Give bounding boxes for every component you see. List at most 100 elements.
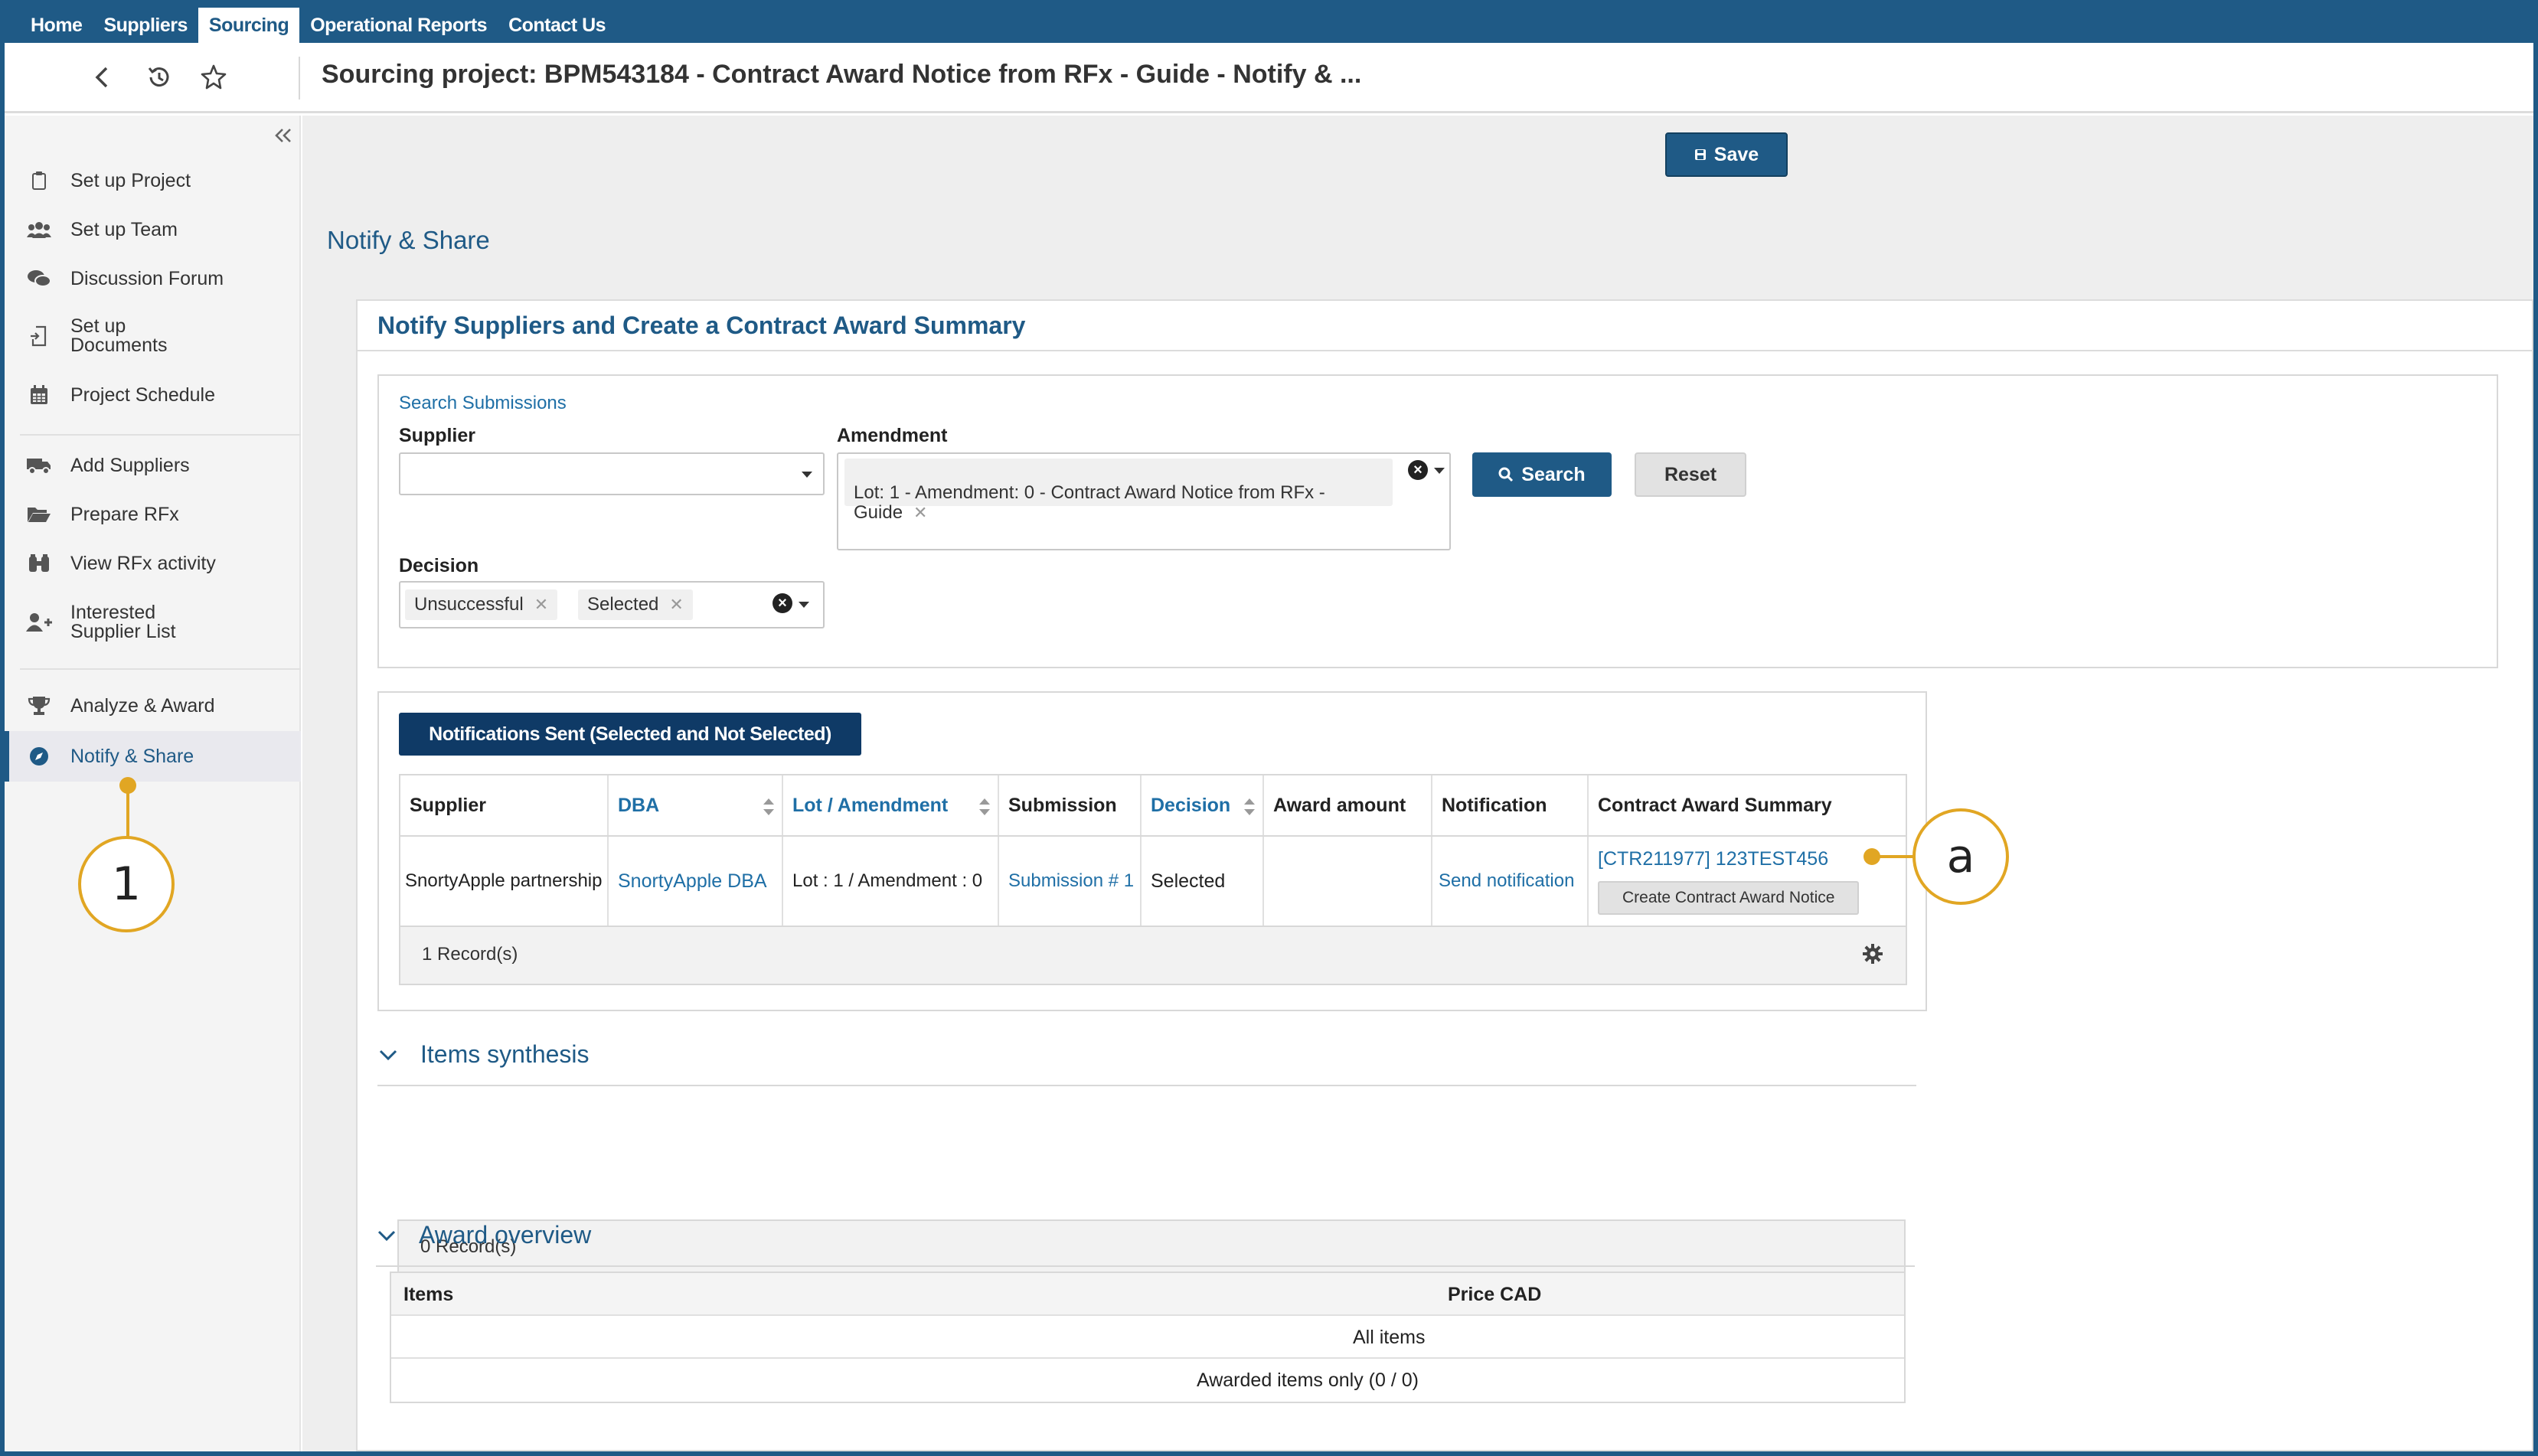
- compass-icon: [26, 745, 52, 768]
- table-header-row: Items Price CAD: [391, 1273, 1904, 1316]
- folder-open-icon: [26, 503, 52, 526]
- back-icon[interactable]: [84, 60, 119, 95]
- notifications-table: Supplier DBA Lot / Amendment Submission …: [399, 774, 1907, 985]
- sidebar-item-analyze-award[interactable]: Analyze & Award: [5, 687, 301, 725]
- column-header-items: Items: [403, 1284, 454, 1305]
- decision-chip-label: Selected: [587, 594, 659, 615]
- decision-chip-label: Unsuccessful: [414, 594, 524, 615]
- clear-selection-icon[interactable]: ×: [1408, 460, 1428, 480]
- cell-award-amount: [1264, 837, 1432, 926]
- sidebar-item-interested-supplier-list[interactable]: Interested Supplier List: [5, 598, 301, 647]
- sort-icon[interactable]: [979, 798, 990, 815]
- trophy-icon: [26, 694, 52, 717]
- search-button[interactable]: Search: [1472, 452, 1612, 497]
- chevron-down-icon[interactable]: [802, 472, 812, 478]
- column-header-contract-award-summary: Contract Award Summary: [1598, 794, 1832, 816]
- contract-award-summary-link[interactable]: [CTR211977] 123TEST456: [1598, 848, 1828, 870]
- nav-contact-us[interactable]: Contact Us: [498, 8, 616, 43]
- column-header-dba[interactable]: DBA: [609, 775, 783, 835]
- truck-icon: [26, 454, 52, 477]
- history-icon[interactable]: [141, 60, 176, 95]
- decision-select[interactable]: Unsuccessful ✕ Selected ✕ ×: [399, 581, 825, 628]
- column-header-price-cad: Price CAD: [1448, 1284, 1542, 1305]
- save-button-label: Save: [1713, 143, 1759, 165]
- table-footer: 1 Record(s): [400, 927, 1906, 984]
- sidebar-item-label: Notify & Share: [70, 745, 194, 767]
- decision-chip: Selected ✕: [578, 589, 693, 620]
- chevron-down-icon[interactable]: [1434, 468, 1445, 474]
- column-header-label: DBA: [618, 794, 660, 816]
- tab-notifications-sent[interactable]: Notifications Sent (Selected and Not Sel…: [399, 713, 861, 756]
- nav-sourcing[interactable]: Sourcing: [198, 8, 300, 43]
- gear-icon[interactable]: [1860, 941, 1886, 967]
- award-overview-header[interactable]: Award overview: [377, 1221, 591, 1249]
- nav-operational-reports[interactable]: Operational Reports: [299, 8, 498, 43]
- sidebar-item-label: Discussion Forum: [70, 267, 224, 289]
- sidebar-item-notify-share[interactable]: Notify & Share: [5, 731, 301, 782]
- sidebar-divider: [20, 668, 301, 670]
- cell-lot-amendment: Lot : 1 / Amendment : 0: [783, 837, 999, 926]
- chevron-down-icon: [379, 1050, 397, 1060]
- column-header-notification: Notification: [1432, 775, 1589, 835]
- sort-icon[interactable]: [763, 798, 774, 815]
- search-submissions-title: Search Submissions: [399, 393, 567, 413]
- send-notification-link[interactable]: Send notification: [1432, 837, 1589, 926]
- cell-dba-link[interactable]: SnortyApple DBA: [609, 837, 783, 926]
- remove-chip-icon[interactable]: ✕: [669, 595, 683, 614]
- binoculars-icon: [26, 552, 52, 575]
- remove-chip-icon[interactable]: ✕: [534, 595, 548, 614]
- sidebar-item-label: Analyze & Award: [70, 694, 215, 717]
- award-overview-table: Items Price CAD All items Awarded items …: [390, 1272, 1906, 1403]
- sidebar-item-set-up-documents[interactable]: Set up Documents: [5, 312, 301, 361]
- chevron-down-icon: [377, 1230, 396, 1241]
- sidebar-item-label: Project Schedule: [70, 384, 216, 406]
- callout-1: 1: [78, 836, 175, 932]
- table-header-row: Supplier DBA Lot / Amendment Submission …: [400, 775, 1906, 837]
- amendment-select[interactable]: Lot: 1 - Amendment: 0 - Contract Award N…: [837, 452, 1451, 550]
- callout-line: [1873, 855, 1916, 858]
- sidebar-item-set-up-project[interactable]: Set up Project: [5, 162, 301, 200]
- star-icon[interactable]: [196, 60, 231, 95]
- table-row: SnortyApple partnership SnortyApple DBA …: [400, 837, 1906, 927]
- supplier-select[interactable]: [399, 452, 825, 495]
- sidebar-divider: [20, 434, 301, 436]
- sidebar-item-prepare-rfx[interactable]: Prepare RFx: [5, 495, 301, 534]
- sidebar-item-add-suppliers[interactable]: Add Suppliers: [5, 446, 301, 485]
- sidebar-item-label: Interested Supplier List: [70, 602, 176, 642]
- clear-selection-icon[interactable]: ×: [773, 593, 792, 613]
- title-separator: [299, 57, 300, 100]
- create-contract-award-notice-button[interactable]: Create Contract Award Notice: [1598, 880, 1860, 915]
- sidebar-item-view-rfx-activity[interactable]: View RFx activity: [5, 544, 301, 583]
- chevron-down-icon[interactable]: [799, 602, 809, 608]
- sort-icon[interactable]: [1244, 798, 1255, 815]
- save-button[interactable]: Save: [1665, 132, 1788, 177]
- nav-home[interactable]: Home: [20, 8, 93, 43]
- sidebar-item-label: View RFx activity: [70, 552, 216, 574]
- record-count: 1 Record(s): [422, 944, 518, 965]
- amendment-label: Amendment: [837, 425, 948, 446]
- collapse-sidebar-icon[interactable]: [268, 120, 299, 151]
- row-label-awarded-items: Awarded items only (0 / 0): [1197, 1369, 1419, 1391]
- nav-suppliers[interactable]: Suppliers: [93, 8, 198, 43]
- search-icon: [1498, 467, 1514, 482]
- supplier-label: Supplier: [399, 425, 476, 446]
- clipboard-icon: [26, 169, 52, 192]
- sidebar-item-project-schedule[interactable]: Project Schedule: [5, 376, 301, 414]
- column-header-supplier: Supplier: [400, 775, 609, 835]
- top-nav: Home Suppliers Sourcing Operational Repo…: [5, 5, 2533, 43]
- sidebar-item-set-up-team[interactable]: Set up Team: [5, 211, 301, 249]
- app-window: Home Suppliers Sourcing Operational Repo…: [5, 5, 2533, 1451]
- items-synthesis-header[interactable]: Items synthesis: [379, 1040, 590, 1069]
- sidebar-item-label: Set up Project: [70, 169, 191, 191]
- cell-supplier: SnortyApple partnership: [400, 837, 609, 926]
- column-header-decision[interactable]: Decision: [1142, 775, 1264, 835]
- decision-chip: Unsuccessful ✕: [405, 589, 558, 620]
- column-header-lot-amendment[interactable]: Lot / Amendment: [783, 775, 999, 835]
- sidebar-item-discussion-forum[interactable]: Discussion Forum: [5, 260, 301, 298]
- section-title: Notify & Share: [327, 226, 490, 254]
- notifications-panel: Notifications Sent (Selected and Not Sel…: [377, 691, 1927, 1011]
- user-plus-icon: [26, 611, 52, 634]
- remove-chip-icon[interactable]: ✕: [913, 503, 927, 522]
- reset-button[interactable]: Reset: [1635, 452, 1746, 497]
- cell-submission-link[interactable]: Submission # 1: [999, 837, 1142, 926]
